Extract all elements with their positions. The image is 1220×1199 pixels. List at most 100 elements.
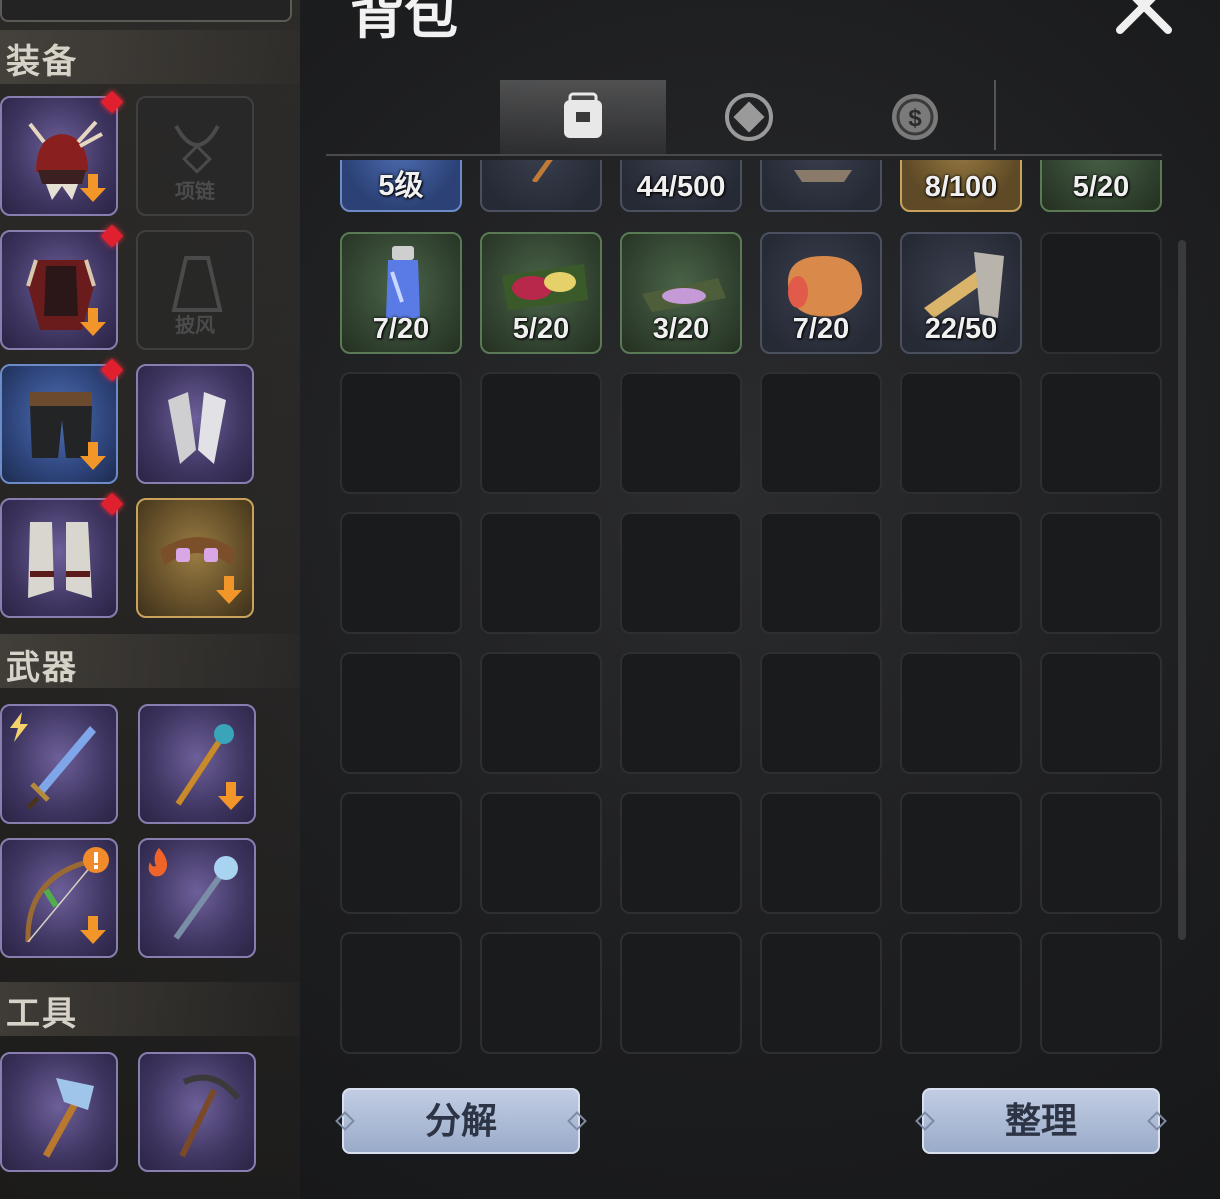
- page-title: 背包: [350, 0, 458, 45]
- inventory-slot-empty[interactable]: [900, 792, 1022, 914]
- bow-slot[interactable]: [0, 838, 118, 958]
- gloves-slot[interactable]: [136, 364, 254, 484]
- armor-slot[interactable]: [0, 224, 124, 350]
- inventory-slot-empty[interactable]: [340, 932, 462, 1054]
- inventory-slot-empty[interactable]: [760, 792, 882, 914]
- sort-button[interactable]: 整理: [922, 1088, 1160, 1154]
- gem-icon: [725, 93, 773, 141]
- tab-divider: [994, 80, 996, 150]
- inventory-slot[interactable]: 7/20: [340, 232, 462, 354]
- item-count: 5/20: [512, 313, 570, 345]
- herb-bundle-icon: [642, 278, 726, 312]
- inventory-slot-empty[interactable]: [480, 372, 602, 494]
- inventory-slot-empty[interactable]: [900, 652, 1022, 774]
- inventory-slot[interactable]: 5/20: [1040, 160, 1162, 212]
- inventory-slot-empty[interactable]: [900, 932, 1022, 1054]
- inventory-slot-empty[interactable]: [620, 372, 742, 494]
- inventory-slot-empty[interactable]: [480, 792, 602, 914]
- pickaxe-slot[interactable]: [138, 1052, 256, 1172]
- decompose-button[interactable]: 分解: [342, 1088, 580, 1154]
- scepter-slot[interactable]: [138, 704, 256, 824]
- food-tray-icon: [502, 264, 588, 310]
- inventory-slot-empty[interactable]: [620, 792, 742, 914]
- cloak-icon: [171, 256, 223, 312]
- cloak-slot[interactable]: 披风: [136, 230, 254, 350]
- inventory-slot-empty[interactable]: [1040, 792, 1162, 914]
- inventory-grid: 5级 44/500 8/100 5/20 7/20 5/20 3/20 7/20…: [340, 160, 1170, 1060]
- staff-slot[interactable]: [138, 838, 256, 958]
- inventory-slot-empty[interactable]: [900, 512, 1022, 634]
- necklace-slot[interactable]: 项链: [136, 96, 254, 216]
- inventory-slot-empty[interactable]: [620, 932, 742, 1054]
- inventory-slot[interactable]: 44/500: [620, 160, 742, 212]
- alert-icon: [83, 847, 109, 873]
- upgrade-arrow-icon: [80, 442, 106, 470]
- inventory-slot[interactable]: 8/100: [900, 160, 1022, 212]
- tab-underline: [326, 154, 1162, 156]
- upgrade-arrow-icon: [218, 782, 244, 810]
- inventory-slot-empty[interactable]: [1040, 512, 1162, 634]
- tab-backpack[interactable]: [500, 80, 666, 154]
- inventory-slot-empty[interactable]: [620, 512, 742, 634]
- ore-item-icon: [794, 170, 852, 182]
- pickaxe-icon: [179, 1074, 241, 1158]
- lightning-icon: [10, 712, 28, 742]
- belt-slot[interactable]: [136, 498, 254, 618]
- sword-slot[interactable]: [0, 704, 118, 824]
- svg-text:$: $: [908, 105, 922, 132]
- close-icon[interactable]: [1112, 0, 1178, 38]
- inventory-slot-empty[interactable]: [1040, 652, 1162, 774]
- boots-icon: [28, 522, 92, 598]
- inventory-slot[interactable]: 5/20: [480, 232, 602, 354]
- inventory-slot-empty[interactable]: [760, 932, 882, 1054]
- item-count: 3/20: [652, 313, 710, 345]
- top-resource-bar: [0, 0, 292, 22]
- inventory-slot-empty[interactable]: [340, 652, 462, 774]
- section-title-weapons: 武器: [6, 649, 78, 687]
- tab-currency[interactable]: $: [832, 80, 998, 154]
- inventory-slot-empty[interactable]: [480, 652, 602, 774]
- inventory-slot[interactable]: 3/20: [620, 232, 742, 354]
- inventory-scrollbar[interactable]: [1178, 240, 1186, 940]
- inventory-slot-empty[interactable]: [340, 792, 462, 914]
- inventory-slot[interactable]: [480, 160, 602, 212]
- inventory-slot-empty[interactable]: [760, 512, 882, 634]
- inventory-slot-empty[interactable]: [340, 512, 462, 634]
- item-count: 7/20: [792, 313, 850, 345]
- inventory-slot-empty[interactable]: [760, 372, 882, 494]
- inventory-slot-empty[interactable]: [340, 372, 462, 494]
- helmet-slot[interactable]: [0, 90, 124, 216]
- meat-icon: [788, 256, 863, 317]
- inventory-slot[interactable]: 5级: [340, 160, 462, 212]
- inventory-slot-empty[interactable]: [620, 652, 742, 774]
- inventory-slot-empty[interactable]: [900, 372, 1022, 494]
- inventory-slot-empty[interactable]: [480, 512, 602, 634]
- inventory-slot[interactable]: [760, 160, 882, 212]
- inventory-slot-empty[interactable]: [1040, 232, 1162, 354]
- item-count: 8/100: [924, 171, 998, 203]
- inventory-slot[interactable]: 22/50: [900, 232, 1022, 354]
- inventory-tabs: $: [500, 80, 996, 154]
- axe-icon: [42, 1078, 94, 1158]
- item-count: 7/20: [372, 313, 430, 345]
- pants-slot[interactable]: [0, 358, 124, 484]
- arrow-item-icon: [531, 160, 553, 182]
- inventory-slot-empty[interactable]: [480, 932, 602, 1054]
- coin-icon: $: [892, 94, 938, 140]
- axe-slot[interactable]: [0, 1052, 118, 1172]
- section-title-tools: 工具: [6, 995, 78, 1033]
- inventory-slot-empty[interactable]: [1040, 932, 1162, 1054]
- tab-gems[interactable]: [666, 80, 832, 154]
- boots-slot[interactable]: [0, 492, 124, 618]
- upgrade-arrow-icon: [80, 174, 106, 202]
- item-count: 22/50: [924, 313, 998, 345]
- inventory-slot-empty[interactable]: [760, 652, 882, 774]
- upgrade-arrow-icon: [80, 916, 106, 944]
- necklace-label: 项链: [175, 181, 215, 203]
- inventory-slot-empty[interactable]: [1040, 372, 1162, 494]
- item-count: 5级: [378, 170, 424, 202]
- section-title-equipment: 装备: [6, 43, 78, 81]
- necklace-icon: [174, 125, 220, 174]
- inventory-slot[interactable]: 7/20: [760, 232, 882, 354]
- item-count: 44/500: [636, 171, 726, 203]
